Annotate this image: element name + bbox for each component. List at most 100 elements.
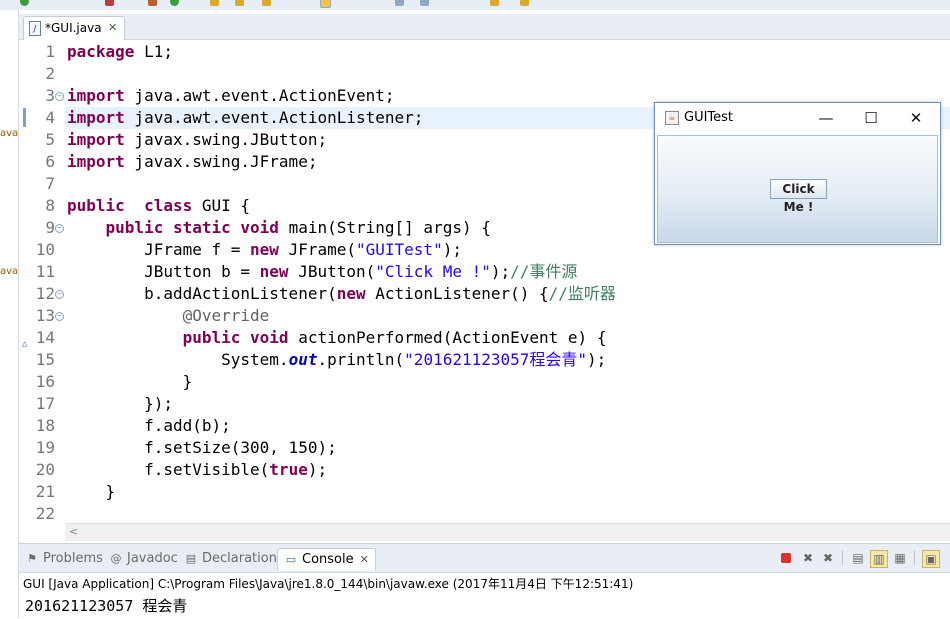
line-number: 12 <box>35 284 55 303</box>
close-icon[interactable]: ✕ <box>360 553 369 566</box>
toolbar-separator <box>914 551 915 565</box>
line-number: 16 <box>35 372 55 391</box>
window-title: GUITest <box>684 110 734 125</box>
main-toolbar <box>0 0 950 10</box>
line-number: 13 <box>35 306 55 325</box>
code-line[interactable]: 19 f.setSize(300, 150); <box>19 437 950 459</box>
console-output[interactable]: 201621123057 程会青 <box>25 595 187 616</box>
window-content: Click Me ! <box>657 135 938 243</box>
code-text: } <box>67 482 116 501</box>
horizontal-scrollbar[interactable]: < <box>65 523 950 541</box>
code-line[interactable]: 16 } <box>19 371 950 393</box>
tab-console[interactable]: ▭ Console ✕ <box>277 548 376 571</box>
console-toolbar: ✖ ✖ ▤ ▥ ▦ ▣ <box>778 550 948 568</box>
code-text: public static void main(String[] args) { <box>105 218 491 237</box>
tab-label: Problems <box>43 551 103 566</box>
tab-label: Javadoc <box>127 551 178 566</box>
line-number: 17 <box>35 394 55 413</box>
line-number: 2 <box>45 64 55 83</box>
code-text: } <box>67 372 193 391</box>
code-line[interactable]: 17 }); <box>19 393 950 415</box>
code-line[interactable]: 2 <box>19 63 950 85</box>
close-icon[interactable]: ✕ <box>108 17 117 39</box>
code-line[interactable]: 22 <box>19 503 950 525</box>
explorer-item[interactable]: ava <box>0 266 18 277</box>
tab-label: Declaration <box>202 551 277 566</box>
line-number: 20 <box>35 460 55 479</box>
code-text: import javax.swing.JButton; <box>67 130 328 149</box>
code-text: }); <box>67 394 173 413</box>
debug-icon[interactable] <box>105 0 114 6</box>
console-icon: ▭ <box>285 553 297 566</box>
javadoc-icon: @ <box>110 552 122 565</box>
declaration-icon: ▤ <box>185 552 197 565</box>
code-text: b.addActionListener(new ActionListener()… <box>67 284 616 303</box>
code-text: import java.awt.event.ActionListener; <box>67 108 424 127</box>
remove-launch-icon[interactable]: ✖ <box>800 550 816 566</box>
window-title-bar[interactable]: ☕ GUITest — ☐ ✕ <box>655 103 940 133</box>
fold-toggle-icon[interactable]: − <box>55 290 64 299</box>
scroll-left-icon[interactable]: < <box>69 525 78 538</box>
code-text: f.setVisible(true); <box>67 460 328 479</box>
console-launch-info: GUI [Java Application] C:\Program Files\… <box>23 577 634 591</box>
code-text: f.add(b); <box>67 416 231 435</box>
line-number: 3 <box>45 86 55 105</box>
pin-console-icon[interactable]: ▣ <box>922 550 940 568</box>
coverage-icon[interactable] <box>148 0 157 6</box>
bottom-tab-bar: ⚑ Problems @ Javadoc ▤ Declaration ▭ Console… <box>19 544 950 573</box>
minimize-icon[interactable]: — <box>811 107 841 129</box>
code-text: public class GUI { <box>67 196 251 215</box>
open-type-icon[interactable] <box>235 0 244 6</box>
line-number: 19 <box>35 438 55 457</box>
code-line[interactable]: 13− @Override <box>19 305 950 327</box>
search-icon[interactable] <box>262 0 271 6</box>
line-number: 1 <box>45 42 55 61</box>
external-tools-icon[interactable] <box>170 0 179 6</box>
line-number: 22 <box>35 504 55 523</box>
code-line[interactable]: 18 f.add(b); <box>19 415 950 437</box>
code-line[interactable]: 20 f.setVisible(true); <box>19 459 950 481</box>
guitest-window[interactable]: ☕ GUITest — ☐ ✕ Click Me ! <box>654 102 941 245</box>
terminate-icon[interactable] <box>778 550 794 566</box>
fold-toggle-icon[interactable]: − <box>55 312 64 321</box>
code-line[interactable]: 14 △ public void actionPerformed(ActionEv… <box>19 327 950 349</box>
fold-toggle-icon[interactable]: − <box>55 224 64 233</box>
clear-console-icon[interactable]: ▤ <box>850 550 866 566</box>
tab-declaration[interactable]: ▤ Declaration <box>184 548 277 570</box>
explorer-item[interactable]: ava <box>0 128 18 139</box>
maximize-icon[interactable]: ☐ <box>856 107 886 129</box>
forward-icon[interactable] <box>520 0 529 6</box>
code-line[interactable]: 12− b.addActionListener(new ActionListen… <box>19 283 950 305</box>
tab-javadoc[interactable]: @ Javadoc <box>109 548 178 570</box>
close-icon[interactable]: ✕ <box>901 107 931 129</box>
click-me-button[interactable]: Click Me ! <box>770 179 827 214</box>
back-icon[interactable] <box>490 0 499 6</box>
line-number: 7 <box>45 174 55 193</box>
line-number: 6 <box>45 152 55 171</box>
run-icon[interactable] <box>20 0 29 6</box>
code-line[interactable]: 15 System.out.println("201621123057程会青")… <box>19 349 950 371</box>
problems-icon: ⚑ <box>27 552 37 565</box>
tab-label: *GUI.java <box>45 21 102 35</box>
line-number: 21 <box>35 482 55 501</box>
tab-problems[interactable]: ⚑ Problems <box>25 548 103 570</box>
code-line[interactable]: 11 JButton b = new JButton("Click Me !")… <box>19 261 950 283</box>
package-explorer-strip: ava ava <box>0 10 19 618</box>
fold-toggle-icon[interactable]: − <box>55 92 64 101</box>
code-line[interactable]: 21 } <box>19 481 950 503</box>
word-wrap-icon[interactable]: ▦ <box>892 550 908 566</box>
code-line[interactable]: 1 package L1; <box>19 41 950 63</box>
tab-gui-java[interactable]: J *GUI.java ✕ <box>23 16 125 40</box>
code-text: package L1; <box>67 42 173 61</box>
line-number: 10 <box>35 240 55 259</box>
annotation-nav-icon[interactable] <box>395 0 404 6</box>
pin-editor-icon[interactable] <box>420 0 429 6</box>
code-text: import javax.swing.JFrame; <box>67 152 318 171</box>
scroll-lock-icon[interactable]: ▥ <box>870 550 888 568</box>
remove-all-launches-icon[interactable]: ✖ <box>820 550 836 566</box>
line-number: 4 <box>45 108 55 127</box>
toggle-mark-icon[interactable] <box>320 0 331 8</box>
code-text: @Override <box>182 306 270 325</box>
code-text: import java.awt.event.ActionEvent; <box>67 86 395 105</box>
new-class-icon[interactable] <box>210 0 219 6</box>
